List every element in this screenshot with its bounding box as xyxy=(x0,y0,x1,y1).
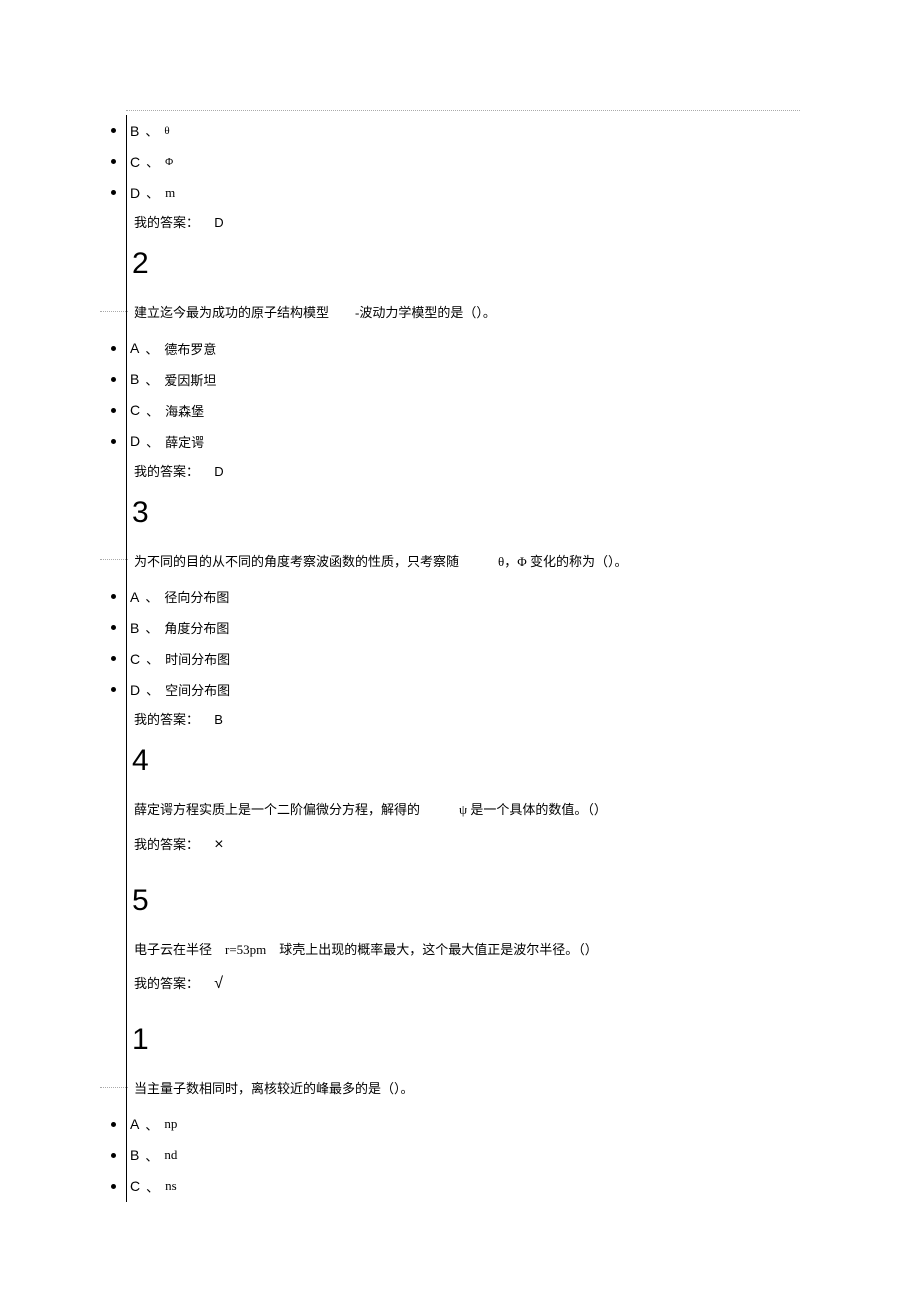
option-text: 薛定谔 xyxy=(165,432,204,451)
option-text: 时间分布图 xyxy=(165,649,230,668)
option-separator: 、 xyxy=(145,1115,158,1134)
question-number: 1 xyxy=(132,1009,800,1065)
option-label: B xyxy=(130,123,139,139)
document-content: B 、 θ C 、 Φ D 、 m 我的答案： D 2 建立迄今最为成功的原子结… xyxy=(126,115,800,1202)
option-separator: 、 xyxy=(146,680,159,699)
option-row: D 、 m xyxy=(111,177,800,208)
bullet-icon xyxy=(111,1153,116,1158)
option-row: B 、 θ xyxy=(111,115,800,146)
option-text: θ xyxy=(164,125,169,137)
question-number: 4 xyxy=(132,730,800,786)
page-top-divider xyxy=(126,110,800,111)
my-answer: 我的答案： √ xyxy=(132,969,800,995)
option-row: C 、 ns xyxy=(111,1171,800,1202)
answer-label: 我的答案： xyxy=(134,215,199,230)
option-text: 径向分布图 xyxy=(164,587,229,606)
bullet-icon xyxy=(111,377,116,382)
option-separator: 、 xyxy=(145,121,158,140)
answer-symbol-check-icon: √ xyxy=(214,975,223,992)
bullet-icon xyxy=(111,190,116,195)
question-text: 当主量子数相同时，离核较近的峰最多的是（）。 xyxy=(132,1065,800,1109)
option-label: C xyxy=(130,1178,140,1194)
option-separator: 、 xyxy=(146,401,159,420)
option-label: A xyxy=(130,340,139,356)
option-separator: 、 xyxy=(145,618,158,637)
bullet-icon xyxy=(111,1122,116,1127)
option-label: B xyxy=(130,1147,139,1163)
bullet-icon xyxy=(111,346,116,351)
option-text: m xyxy=(165,185,175,201)
option-text: 空间分布图 xyxy=(165,680,230,699)
option-separator: 、 xyxy=(146,1177,159,1196)
option-label: A xyxy=(130,589,139,605)
option-label: A xyxy=(130,1116,139,1132)
bullet-icon xyxy=(111,159,116,164)
bullet-icon xyxy=(111,1184,116,1189)
question-text: 薛定谔方程实质上是一个二阶偏微分方程，解得的 ψ 是一个具体的数值。（） xyxy=(132,786,800,830)
bullet-icon xyxy=(111,439,116,444)
answer-label: 我的答案： xyxy=(134,976,199,991)
question-number: 5 xyxy=(132,870,800,926)
answer-symbol-wrong-icon: × xyxy=(214,836,223,853)
option-row: B 、 nd xyxy=(111,1140,800,1171)
option-separator: 、 xyxy=(145,339,158,358)
question-text: 为不同的目的从不同的角度考察波函数的性质，只考察随 θ，Φ 变化的称为（）。 xyxy=(132,538,800,582)
option-separator: 、 xyxy=(145,370,158,389)
option-label: C xyxy=(130,651,140,667)
option-label: C xyxy=(130,402,140,418)
option-separator: 、 xyxy=(145,587,158,606)
bullet-icon xyxy=(111,594,116,599)
option-row: A 、德布罗意 xyxy=(111,333,800,364)
option-text: nd xyxy=(164,1147,177,1163)
option-row: C 、 Φ xyxy=(111,146,800,177)
question-number: 2 xyxy=(132,233,800,289)
option-label: D xyxy=(130,682,140,698)
bullet-icon xyxy=(111,687,116,692)
answer-value: B xyxy=(214,712,223,727)
bullet-icon xyxy=(111,128,116,133)
option-text: 德布罗意 xyxy=(164,339,216,358)
option-separator: 、 xyxy=(146,649,159,668)
answer-label: 我的答案： xyxy=(134,837,199,852)
my-answer: 我的答案： B xyxy=(132,705,800,730)
option-row: C 、海森堡 xyxy=(111,395,800,426)
option-text: 爱因斯坦 xyxy=(164,370,216,389)
my-answer: 我的答案： D xyxy=(132,457,800,482)
answer-value: D xyxy=(214,464,223,479)
option-row: D 、空间分布图 xyxy=(111,674,800,705)
question-text: 电子云在半径 r=53pm 球壳上出现的概率最大，这个最大值正是波尔半径。（） xyxy=(132,926,800,970)
option-label: D xyxy=(130,185,140,201)
option-row: A 、径向分布图 xyxy=(111,581,800,612)
option-row: B 、角度分布图 xyxy=(111,612,800,643)
answer-value: D xyxy=(214,215,223,230)
my-answer: 我的答案： D xyxy=(132,208,800,233)
option-label: C xyxy=(130,154,140,170)
my-answer: 我的答案： × xyxy=(132,830,800,856)
option-separator: 、 xyxy=(145,1146,158,1165)
bullet-icon xyxy=(111,625,116,630)
option-row: D 、薛定谔 xyxy=(111,426,800,457)
option-label: B xyxy=(130,371,139,387)
option-label: B xyxy=(130,620,139,636)
option-text: 海森堡 xyxy=(165,401,204,420)
option-label: D xyxy=(130,433,140,449)
option-text: 角度分布图 xyxy=(164,618,229,637)
option-text: np xyxy=(164,1116,177,1132)
bullet-icon xyxy=(111,408,116,413)
bullet-icon xyxy=(111,656,116,661)
option-row: C 、时间分布图 xyxy=(111,643,800,674)
option-text: Φ xyxy=(165,156,173,168)
question-number: 3 xyxy=(132,482,800,538)
question-text: 建立迄今最为成功的原子结构模型 -波动力学模型的是（）。 xyxy=(132,289,800,333)
answer-label: 我的答案： xyxy=(134,712,199,727)
option-row: B 、爱因斯坦 xyxy=(111,364,800,395)
option-separator: 、 xyxy=(146,183,159,202)
answer-label: 我的答案： xyxy=(134,464,199,479)
option-separator: 、 xyxy=(146,152,159,171)
option-separator: 、 xyxy=(146,432,159,451)
option-row: A 、 np xyxy=(111,1109,800,1140)
option-text: ns xyxy=(165,1178,177,1194)
